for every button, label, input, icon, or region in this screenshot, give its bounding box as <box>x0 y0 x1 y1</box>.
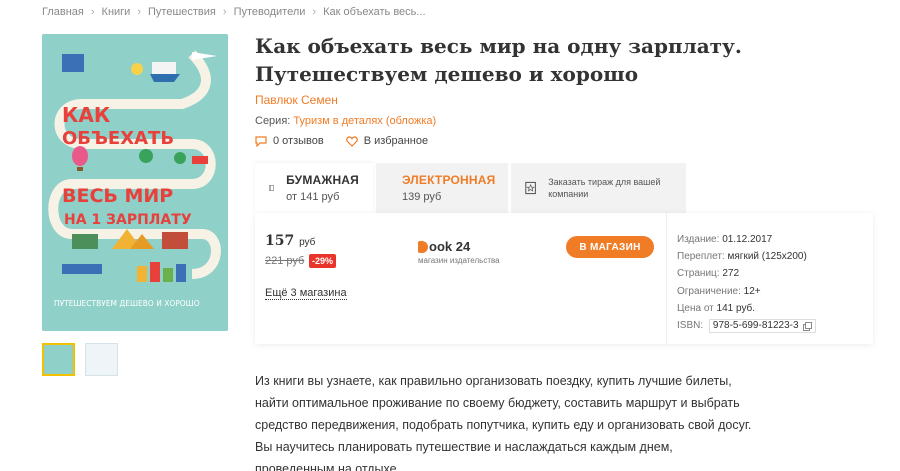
spec-isbn: ISBN: 978-5-699-81223-3 <box>677 317 873 334</box>
price-value: 157 <box>265 233 295 249</box>
tab-paper[interactable]: БУМАЖНАЯ от 141 руб <box>255 163 373 213</box>
go-to-store-button[interactable]: В МАГАЗИН <box>566 236 654 258</box>
chevron-right-icon: › <box>137 6 142 18</box>
page-title: Как объехать весь мир на одну зарплату. … <box>255 34 742 86</box>
breadcrumb-books[interactable]: Книги <box>102 6 131 18</box>
book-icon <box>269 185 275 191</box>
thumbnail-cover[interactable] <box>42 343 75 376</box>
reviews-label: 0 отзывов <box>273 135 324 147</box>
heart-icon <box>345 135 358 147</box>
spec-price-from: Цена от 141 руб. <box>677 302 756 314</box>
cover-title-line1: КАК <box>62 103 111 127</box>
tab-ebook-label: ЭЛЕКТРОННАЯ <box>402 173 496 187</box>
spec-binding: Переплет: мягкий (125x200) <box>677 251 807 263</box>
isbn-value[interactable]: 978-5-699-81223-3 <box>708 319 816 334</box>
store-info[interactable]: ook 24 магазин издательства <box>418 239 500 265</box>
store-logo-mark <box>418 240 428 253</box>
breadcrumb-guides[interactable]: Путеводители <box>234 6 306 18</box>
old-price: 221 руб <box>265 255 305 267</box>
spec-published: Издание: 01.12.2017 <box>677 234 773 245</box>
chevron-right-icon: › <box>90 6 95 18</box>
series-row: Серия: Туризм в деталях (обложка) <box>255 115 436 127</box>
tab-order-print-run[interactable]: Заказать тираж для вашей компании <box>511 163 686 213</box>
tab-paper-price: от 141 руб <box>286 191 340 203</box>
favorite-label: В избранное <box>363 135 429 147</box>
series-label: Серия: <box>255 115 291 127</box>
breadcrumb-travel[interactable]: Путешествия <box>148 6 216 18</box>
tab-ebook[interactable]: ЭЛЕКТРОННАЯ 139 руб <box>376 163 508 213</box>
price: 157 руб <box>265 233 315 249</box>
star-document-icon <box>525 181 536 195</box>
chevron-right-icon: › <box>222 6 227 18</box>
spec-age: Ограничение: 12+ <box>677 285 761 297</box>
tab-paper-label: БУМАЖНАЯ <box>286 173 359 187</box>
book-description: Из книги вы узнаете, как правильно орган… <box>255 374 752 471</box>
speech-bubble-icon <box>255 135 267 147</box>
format-tabs: БУМАЖНАЯ от 141 руб ЭЛЕКТРОННАЯ 139 руб … <box>255 163 689 213</box>
thumbnail-back[interactable] <box>85 343 118 376</box>
reviews-link[interactable]: 0 отзывов <box>255 135 324 147</box>
author-link[interactable]: Павлюк Семен <box>255 93 338 107</box>
offer-panel: 157 руб 221 руб -29% Ещё 3 магазина ook … <box>255 213 873 344</box>
store-name: ook 24 <box>429 239 471 254</box>
cover-subtitle: ПУТЕШЕСТВУЕМ ДЕШЕВО И ХОРОШО <box>54 299 200 308</box>
series-link[interactable]: Туризм в деталях (обложка) <box>293 115 436 127</box>
chevron-right-icon: › <box>312 6 317 18</box>
book-cover[interactable]: КАК ОБЪЕХАТЬ ВЕСЬ МИР НА 1 ЗАРПЛАТУ ПУТЕ… <box>42 34 228 331</box>
meta-row: 0 отзывов В избранное <box>255 135 450 147</box>
breadcrumb-home[interactable]: Главная <box>42 6 84 18</box>
cover-thumbnails <box>42 343 118 376</box>
favorite-button[interactable]: В избранное <box>345 135 429 147</box>
tab-ebook-price: 139 руб <box>402 191 442 203</box>
discount-badge: -29% <box>309 254 337 268</box>
breadcrumb-current: Как объехать весь... <box>323 6 426 18</box>
copy-icon[interactable] <box>802 321 812 331</box>
more-shops-link[interactable]: Ещё 3 магазина <box>265 287 347 300</box>
price-unit: руб <box>299 237 316 248</box>
store-logo: ook 24 <box>418 239 500 254</box>
cover-title-line4: НА 1 ЗАРПЛАТУ <box>64 212 192 228</box>
cover-title-line2: ОБЪЕХАТЬ <box>62 128 174 149</box>
tab-order-label: Заказать тираж для вашей компании <box>548 177 661 199</box>
spec-pages: Страниц: 272 <box>677 268 740 280</box>
cover-title-line3: ВЕСЬ МИР <box>62 185 173 207</box>
store-subtitle: магазин издательства <box>418 256 500 265</box>
breadcrumb: Главная › Книги › Путешествия › Путеводи… <box>42 6 426 18</box>
book-specs: Издание: 01.12.2017 Переплет: мягкий (12… <box>666 213 873 344</box>
